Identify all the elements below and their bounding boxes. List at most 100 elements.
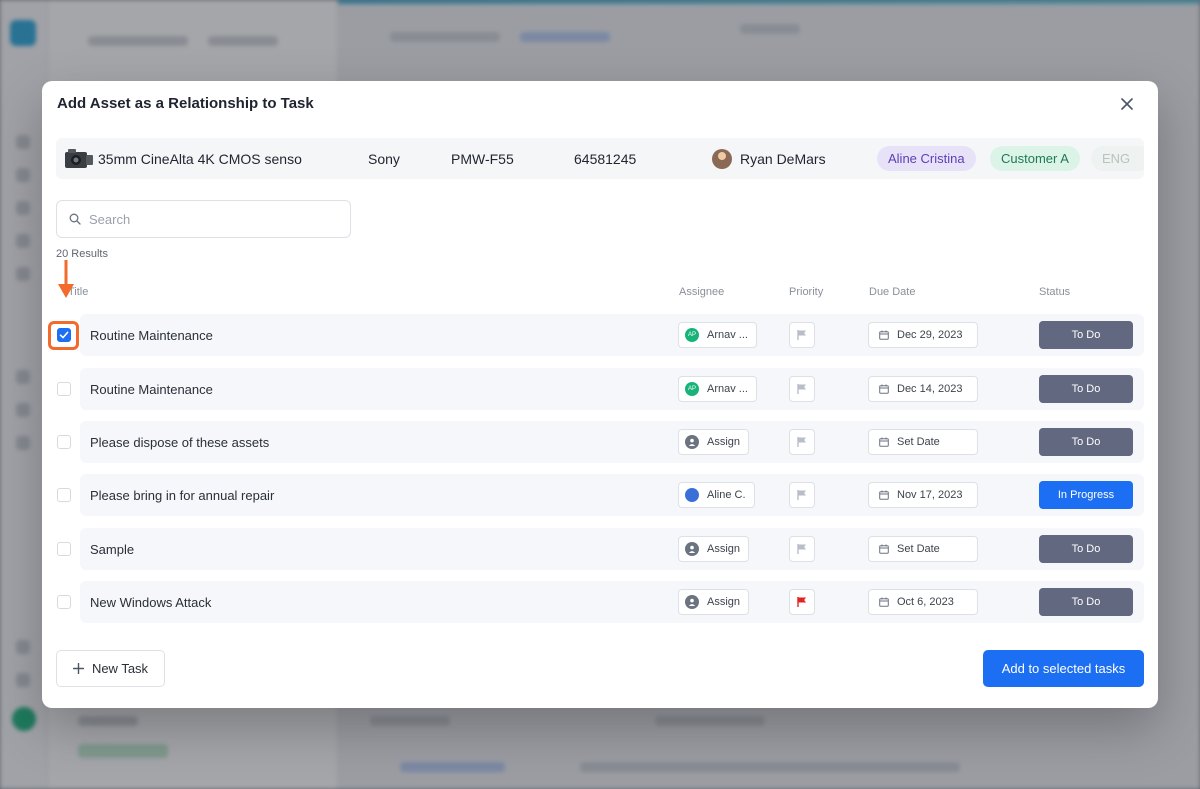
assignee-selector[interactable]: AP Arnav ... bbox=[678, 376, 757, 402]
asset-tag: Aline Cristina bbox=[877, 146, 976, 171]
column-header-due-date: Due Date bbox=[869, 286, 916, 298]
priority-selector[interactable] bbox=[789, 322, 815, 348]
assignee-name: Assign bbox=[707, 436, 741, 448]
task-card: Please dispose of these assets Assign Set … bbox=[80, 421, 1144, 463]
status-button[interactable]: In Progress bbox=[1039, 481, 1133, 509]
search-icon bbox=[69, 213, 81, 225]
calendar-icon bbox=[879, 544, 889, 554]
assignee-selector[interactable]: Assign bbox=[678, 589, 750, 615]
task-checkbox[interactable] bbox=[57, 542, 71, 556]
assignee-name: Arnav ... bbox=[707, 329, 748, 341]
flag-icon bbox=[797, 330, 806, 340]
calendar-icon bbox=[879, 330, 889, 340]
priority-selector[interactable] bbox=[789, 429, 815, 455]
column-header-status: Status bbox=[1039, 286, 1071, 298]
calendar-icon bbox=[879, 384, 889, 394]
new-task-button[interactable]: New Task bbox=[56, 650, 165, 687]
task-row[interactable]: Routine Maintenance AP Arnav ... Dec 14, 20… bbox=[42, 368, 1158, 410]
assignee-avatar: AP bbox=[685, 328, 699, 342]
due-date-text: Set Date bbox=[897, 436, 940, 448]
status-button[interactable]: To Do bbox=[1039, 321, 1133, 349]
due-date-text: Dec 29, 2023 bbox=[897, 329, 963, 341]
asset-tag: Customer A bbox=[990, 146, 1080, 171]
flag-icon bbox=[797, 384, 806, 394]
task-row[interactable]: Routine Maintenance AP Arnav ... Dec 29, 20… bbox=[42, 314, 1158, 356]
task-title: Routine Maintenance bbox=[90, 327, 213, 343]
assignee-name: Arnav ... bbox=[707, 383, 748, 395]
task-row[interactable]: Please dispose of these assets Assign Set … bbox=[42, 421, 1158, 463]
task-title: Sample bbox=[90, 541, 135, 557]
due-date-picker[interactable]: Set Date bbox=[868, 429, 978, 455]
due-date-picker[interactable]: Nov 17, 2023 bbox=[868, 482, 978, 508]
due-date-text: Set Date bbox=[897, 543, 940, 555]
flag-icon bbox=[797, 544, 806, 554]
calendar-icon bbox=[879, 597, 889, 607]
modal-title: Add Asset as a Relationship to Task bbox=[57, 95, 314, 112]
camera-thumbnail-icon bbox=[64, 148, 94, 170]
task-card: Sample Assign Set Date To Do bbox=[80, 528, 1144, 570]
user-icon bbox=[685, 542, 699, 556]
assignee-selector[interactable]: Assign bbox=[678, 536, 750, 562]
task-card: New Windows Attack Assign Oct 6, 2023 To Do bbox=[80, 581, 1144, 623]
task-title: Please dispose of these assets bbox=[90, 434, 270, 450]
task-title: Please bring in for annual repair bbox=[90, 487, 275, 503]
user-icon bbox=[685, 595, 699, 609]
flag-icon bbox=[797, 490, 806, 500]
assignee-name: Assign bbox=[707, 596, 741, 608]
task-checkbox[interactable] bbox=[57, 595, 71, 609]
task-checkbox[interactable] bbox=[57, 435, 71, 449]
calendar-icon bbox=[879, 490, 889, 500]
results-count: 20 Results bbox=[56, 248, 108, 260]
annotation-highlight-ring bbox=[48, 321, 79, 350]
status-button[interactable]: To Do bbox=[1039, 588, 1133, 616]
asset-summary-row: 35mm CineAlta 4K CMOS senso Sony PMW-F55… bbox=[56, 138, 1144, 179]
due-date-picker[interactable]: Dec 29, 2023 bbox=[868, 322, 978, 348]
column-header-assignee: Assignee bbox=[679, 286, 725, 298]
priority-selector[interactable] bbox=[789, 589, 815, 615]
due-date-picker[interactable]: Oct 6, 2023 bbox=[868, 589, 978, 615]
user-icon bbox=[685, 435, 699, 449]
status-button[interactable]: To Do bbox=[1039, 375, 1133, 403]
priority-selector[interactable] bbox=[789, 536, 815, 562]
owner-name: Ryan DeMars bbox=[740, 150, 826, 167]
asset-serial: 64581245 bbox=[574, 150, 637, 167]
due-date-text: Oct 6, 2023 bbox=[897, 596, 954, 608]
asset-owner: Ryan DeMars bbox=[712, 138, 830, 179]
task-card: Routine Maintenance AP Arnav ... Dec 14, 20… bbox=[80, 368, 1144, 410]
assignee-name: Assign bbox=[707, 543, 741, 555]
plus-icon bbox=[72, 663, 84, 674]
search-box[interactable] bbox=[56, 200, 351, 238]
column-header-priority: Priority bbox=[789, 286, 824, 298]
task-row[interactable]: Sample Assign Set Date To Do bbox=[42, 528, 1158, 570]
assignee-avatar bbox=[685, 488, 699, 502]
flag-icon bbox=[797, 437, 806, 447]
assignee-selector[interactable]: AP Arnav ... bbox=[678, 322, 757, 348]
status-button[interactable]: To Do bbox=[1039, 535, 1133, 563]
task-title: New Windows Attack bbox=[90, 594, 212, 610]
task-title: Routine Maintenance bbox=[90, 381, 213, 397]
task-card: Please bring in for annual repair Aline C… bbox=[80, 474, 1144, 516]
close-icon bbox=[1121, 98, 1133, 110]
priority-selector[interactable] bbox=[789, 482, 815, 508]
search-input[interactable] bbox=[89, 211, 329, 227]
assignee-selector[interactable]: Aline C. bbox=[678, 482, 755, 508]
asset-make: Sony bbox=[368, 150, 400, 167]
add-to-selected-tasks-button[interactable]: Add to selected tasks bbox=[983, 650, 1144, 687]
assignee-avatar: AP bbox=[685, 382, 699, 396]
due-date-picker[interactable]: Dec 14, 2023 bbox=[868, 376, 978, 402]
task-row[interactable]: Please bring in for annual repair Aline C… bbox=[42, 474, 1158, 516]
task-row[interactable]: New Windows Attack Assign Oct 6, 2023 To Do bbox=[42, 581, 1158, 623]
close-button[interactable] bbox=[1116, 93, 1138, 115]
status-button[interactable]: To Do bbox=[1039, 428, 1133, 456]
asset-name: 35mm CineAlta 4K CMOS senso bbox=[98, 150, 302, 167]
annotation-arrow-icon bbox=[58, 260, 74, 298]
priority-selector[interactable] bbox=[789, 376, 815, 402]
assignee-name: Aline C. bbox=[707, 489, 746, 501]
owner-avatar bbox=[712, 148, 732, 169]
assignee-selector[interactable]: Assign bbox=[678, 429, 750, 455]
due-date-picker[interactable]: Set Date bbox=[868, 536, 978, 562]
task-checkbox[interactable] bbox=[57, 382, 71, 396]
task-checkbox[interactable] bbox=[57, 488, 71, 502]
calendar-icon bbox=[879, 437, 889, 447]
asset-tag: ENG bbox=[1091, 146, 1144, 171]
